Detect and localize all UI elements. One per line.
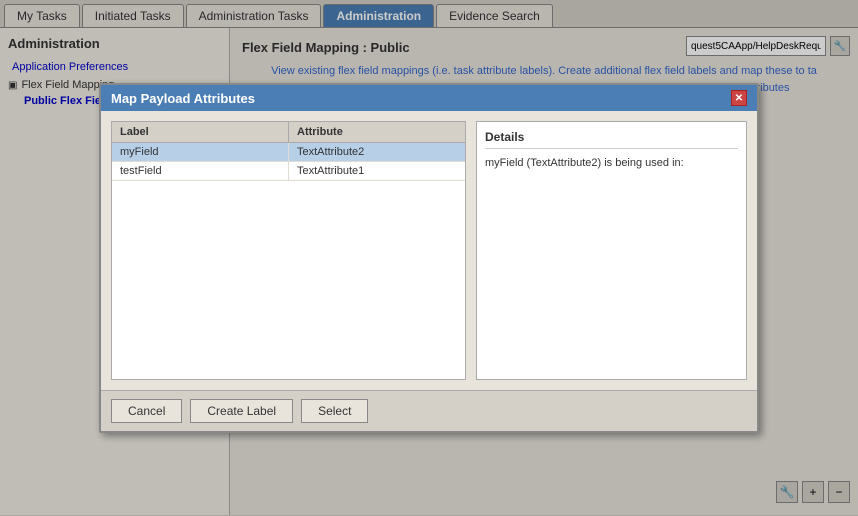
select-button[interactable]: Select (301, 399, 368, 423)
modal-dialog: Map Payload Attributes ✕ Label Attribute… (99, 83, 759, 433)
modal-body: Label Attribute myField TextAttribute2 t… (101, 111, 757, 390)
table-cell-label: myField (112, 143, 289, 161)
details-text: myField (TextAttribute2) is being used i… (485, 157, 738, 169)
col-header-attribute: Attribute (289, 122, 465, 142)
cancel-button[interactable]: Cancel (111, 399, 182, 423)
modal-overlay: Map Payload Attributes ✕ Label Attribute… (0, 0, 858, 516)
modal-title: Map Payload Attributes (111, 91, 255, 106)
modal-header: Map Payload Attributes ✕ (101, 85, 757, 111)
details-panel: Details myField (TextAttribute2) is bein… (476, 121, 747, 380)
table-row[interactable]: myField TextAttribute2 (112, 143, 465, 162)
create-label-button[interactable]: Create Label (190, 399, 293, 423)
table-row[interactable]: testField TextAttribute1 (112, 162, 465, 181)
table-panel: Label Attribute myField TextAttribute2 t… (111, 121, 466, 380)
table-body: myField TextAttribute2 testField TextAtt… (112, 143, 465, 379)
table-cell-attribute: TextAttribute2 (289, 143, 465, 161)
modal-close-button[interactable]: ✕ (731, 90, 747, 106)
col-header-label: Label (112, 122, 289, 142)
table-cell-attribute: TextAttribute1 (289, 162, 465, 180)
table-header: Label Attribute (112, 122, 465, 143)
details-title: Details (485, 130, 738, 149)
modal-footer: Cancel Create Label Select (101, 390, 757, 431)
table-cell-label: testField (112, 162, 289, 180)
